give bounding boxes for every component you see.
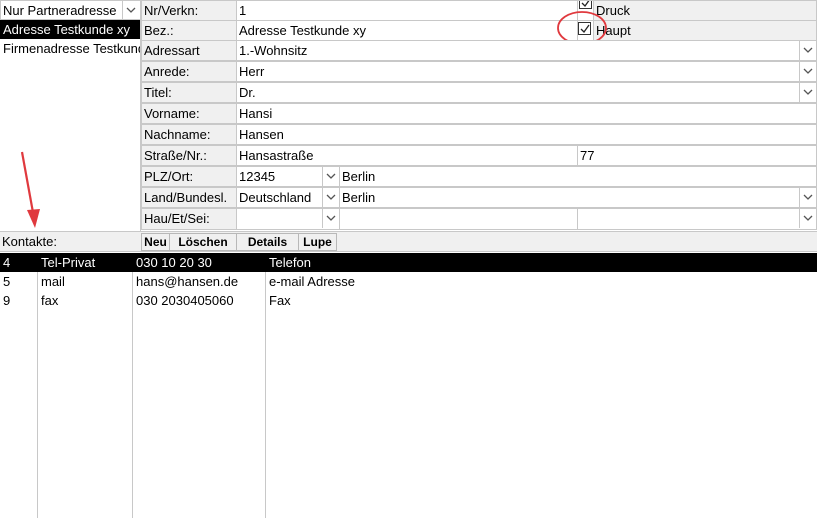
annotation-arrow-icon [20, 151, 40, 228]
contact-row[interactable]: 5 mail hans@hansen.de e-mail Adresse [0, 272, 817, 291]
titel-label: Titel: [141, 82, 237, 103]
druck-checkbox[interactable] [579, 1, 592, 9]
anrede-label: Anrede: [141, 61, 237, 82]
plz-chevron-down-icon[interactable] [322, 167, 339, 186]
vorname-label-text: Vorname: [144, 106, 200, 121]
vorname-label: Vorname: [141, 103, 237, 124]
adressart-chevron-down-icon[interactable] [799, 41, 816, 60]
adressart-label-text: Adressart [144, 43, 200, 58]
bundesland-chevron-down-icon[interactable] [799, 188, 816, 207]
contact-kind: Telefon [269, 255, 311, 270]
nr-field-value: 1 [239, 3, 247, 18]
contact-type: Tel-Privat [41, 255, 96, 270]
titel-chevron-down-icon[interactable] [799, 83, 816, 102]
adressart-value: 1.-Wohnsitz [239, 43, 308, 58]
address-filter-chevron-down-icon[interactable] [122, 1, 139, 19]
hausnr-field[interactable]: 77 [577, 145, 817, 166]
land-value: Deutschland [239, 190, 312, 205]
ort-field[interactable]: Berlin [339, 166, 817, 187]
nr-label: Nr/Verkn: [141, 0, 237, 21]
vorname-value: Hansi [239, 106, 273, 121]
contact-value: 030 2030405060 [136, 293, 234, 308]
druck-label: Druck [593, 0, 817, 21]
hau-label-text: Hau/Et/Sei: [144, 211, 210, 226]
anrede-label-text: Anrede: [144, 64, 190, 79]
contact-kind: e-mail Adresse [269, 274, 355, 289]
titel-value: Dr. [239, 85, 256, 100]
anrede-value: Herr [239, 64, 265, 79]
contacts-toolbar: Kontakte: Neu Löschen Details Lupe [0, 231, 817, 252]
strasse-label-text: Straße/Nr.: [144, 148, 207, 163]
address-filter-value: Nur Partneradresse [3, 3, 117, 18]
contact-nr: 4 [3, 255, 11, 270]
nachname-label-text: Nachname: [144, 127, 211, 142]
lupe-button-label: Lupe [303, 235, 332, 249]
haupt-label: Haupt [593, 20, 817, 41]
bundesland-dropdown[interactable]: Berlin [339, 187, 817, 208]
plz-label-text: PLZ/Ort: [144, 169, 194, 184]
contact-value: hans@hansen.de [136, 274, 239, 289]
et-field[interactable] [339, 208, 578, 230]
address-list-item[interactable]: Firmenadresse Testkunde [0, 39, 140, 58]
address-filter-dropdown[interactable]: Nur Partneradresse [0, 0, 141, 20]
address-list-item-label: Adresse Testkunde xy [3, 22, 130, 37]
titel-label-text: Titel: [144, 85, 172, 100]
hau-label: Hau/Et/Sei: [141, 208, 237, 230]
address-list-item-label: Firmenadresse Testkunde [3, 41, 140, 56]
bez-field[interactable]: Adresse Testkunde xy [236, 20, 578, 41]
new-contact-button-label: Neu [144, 235, 167, 249]
plz-label: PLZ/Ort: [141, 166, 237, 187]
strasse-value: Hansastraße [239, 148, 314, 163]
hau-chevron-down-icon[interactable] [322, 209, 339, 228]
contacts-label: Kontakte: [2, 234, 57, 249]
contact-nr: 9 [3, 293, 11, 308]
contact-kind: Fax [269, 293, 291, 308]
contact-value: 030 10 20 30 [136, 255, 212, 270]
contact-row[interactable]: 4 Tel-Privat 030 10 20 30 Telefon [0, 253, 817, 272]
bundesland-value: Berlin [342, 190, 376, 205]
adressart-label: Adressart [141, 40, 237, 61]
delete-contact-button-label: Löschen [178, 235, 228, 249]
bez-label-text: Bez.: [144, 23, 174, 38]
contact-type: mail [41, 274, 65, 289]
sei-chevron-down-icon[interactable] [799, 209, 816, 228]
strasse-label: Straße/Nr.: [141, 145, 237, 166]
titel-dropdown[interactable]: Dr. [236, 82, 817, 103]
contact-type: fax [41, 293, 59, 308]
strasse-field[interactable]: Hansastraße [236, 145, 578, 166]
details-button-label: Details [247, 235, 288, 249]
hausnr-value: 77 [580, 148, 595, 163]
lupe-button[interactable]: Lupe [298, 233, 337, 251]
bez-field-value: Adresse Testkunde xy [239, 23, 366, 38]
anrede-dropdown[interactable]: Herr [236, 61, 817, 82]
sei-dropdown[interactable] [577, 208, 817, 230]
land-label: Land/Bundesl. [141, 187, 237, 208]
adressart-dropdown[interactable]: 1.-Wohnsitz [236, 40, 817, 61]
contact-nr: 5 [3, 274, 11, 289]
anrede-chevron-down-icon[interactable] [799, 62, 816, 81]
nachname-field[interactable]: Hansen [236, 124, 817, 145]
address-list-item[interactable]: Adresse Testkunde xy [0, 20, 140, 39]
delete-contact-button[interactable]: Löschen [169, 233, 237, 251]
land-chevron-down-icon[interactable] [322, 188, 339, 207]
ort-value: Berlin [342, 169, 376, 184]
plz-value: 12345 [239, 169, 276, 184]
bez-label: Bez.: [141, 20, 237, 41]
new-contact-button[interactable]: Neu [141, 233, 170, 251]
contact-row[interactable]: 9 fax 030 2030405060 Fax [0, 291, 817, 310]
details-button[interactable]: Details [236, 233, 299, 251]
nachname-label: Nachname: [141, 124, 237, 145]
land-label-text: Land/Bundesl. [144, 190, 228, 205]
vorname-field[interactable]: Hansi [236, 103, 817, 124]
nachname-value: Hansen [239, 127, 284, 142]
nr-label-text: Nr/Verkn: [144, 3, 199, 18]
nr-field[interactable]: 1 [236, 0, 578, 21]
